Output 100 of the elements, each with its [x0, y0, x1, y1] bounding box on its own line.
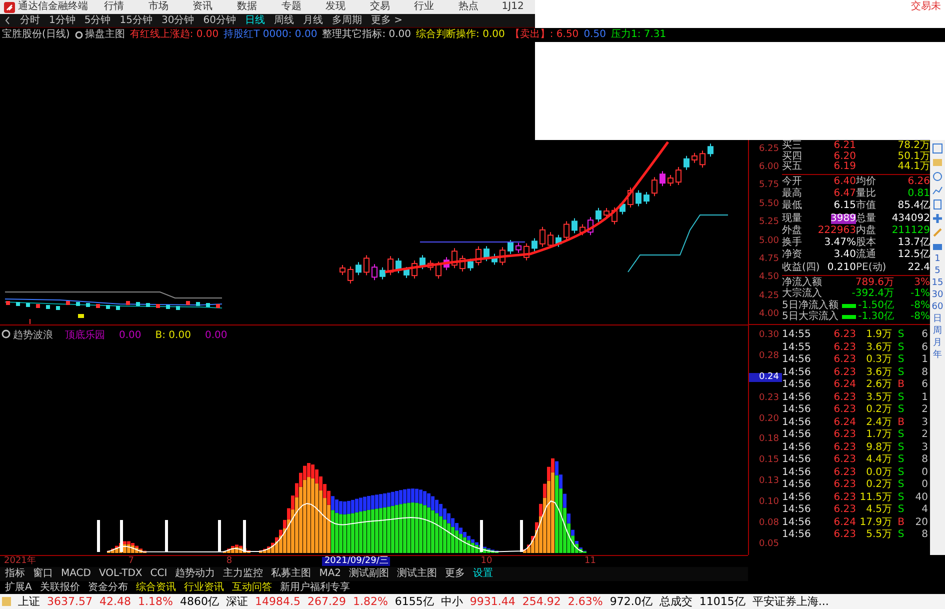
extension-tab[interactable]: 关联报价 — [36, 582, 83, 594]
period-tab[interactable]: 日线 — [244, 16, 265, 26]
indicator-tab[interactable]: VOL-TDX — [96, 568, 146, 580]
status-text: 上证 — [18, 596, 40, 607]
indicator-tab[interactable]: 更多 — [442, 568, 468, 580]
indicator-tab[interactable]: 趋势动力 — [172, 568, 218, 580]
indicator-tab[interactable]: 窗口 — [30, 568, 56, 580]
menu-item[interactable]: 市场 — [136, 2, 181, 12]
candlestick — [636, 190, 642, 207]
status-text: 总成交 — [659, 596, 692, 607]
trade-side: B — [898, 380, 904, 390]
extension-tab[interactable]: 综合资讯 — [132, 582, 179, 594]
menu-item[interactable]: 发现 — [313, 2, 358, 12]
candlestick — [692, 152, 698, 164]
pencil-icon[interactable] — [932, 227, 943, 238]
square-icon[interactable] — [932, 143, 943, 154]
indicator-tab[interactable]: CCI — [147, 568, 170, 580]
candlestick — [572, 218, 578, 234]
menu-item[interactable]: 行业 — [402, 2, 446, 12]
candlestick — [404, 266, 410, 278]
candlestick — [444, 256, 450, 271]
document-icon[interactable] — [932, 199, 943, 210]
trade-time: 14:56 — [782, 492, 812, 503]
period-shortcut[interactable]: 60 — [932, 303, 944, 312]
trade-time: 14:56 — [782, 355, 812, 366]
window-icon[interactable] — [932, 241, 943, 252]
period-tab[interactable]: 30分钟 — [161, 16, 194, 26]
menu-item[interactable]: 数据 — [224, 2, 270, 12]
indicator-tab[interactable]: 私募主图 — [268, 568, 314, 580]
candlestick — [540, 226, 546, 248]
stat-label: 现量 — [782, 214, 802, 224]
period-tab[interactable]: 多周期 — [332, 16, 362, 26]
indicator-tab[interactable]: 测试副图 — [346, 568, 392, 580]
indicator-tab[interactable]: MA2 — [316, 568, 344, 580]
extension-tab[interactable]: 扩展A — [2, 582, 35, 594]
candlestick — [700, 150, 706, 168]
status-text: 深证 — [226, 596, 248, 607]
period-tab[interactable]: 1分钟 — [49, 16, 76, 26]
candlestick — [356, 262, 362, 276]
quote-price: 6.20 — [834, 152, 856, 162]
period-shortcut[interactable]: 30 — [932, 291, 944, 300]
trade-link[interactable]: 交易未 — [907, 0, 945, 14]
circle-icon[interactable] — [2, 330, 10, 338]
cross-icon[interactable] — [932, 213, 943, 224]
candlestick — [612, 206, 618, 225]
period-shortcut[interactable]: 日 — [933, 315, 942, 324]
menu-item[interactable]: 资讯 — [180, 2, 225, 12]
indicator-tab[interactable]: 测试主图 — [394, 568, 440, 580]
stat-value: 3989 — [830, 214, 856, 224]
period-tab[interactable]: 月线 — [302, 16, 323, 26]
candlestick — [492, 253, 498, 266]
trade-side: S — [898, 342, 904, 353]
trade-time: 14:56 — [782, 418, 812, 428]
menu-item[interactable]: 行情 — [92, 2, 136, 12]
period-shortcut[interactable]: 年 — [933, 351, 942, 360]
trade-time: 14:56 — [782, 455, 812, 466]
trade-time: 14:56 — [782, 480, 812, 490]
line-chart-icon[interactable] — [932, 185, 943, 196]
stock-title: 宝胜股份(日线) — [2, 30, 70, 40]
trade-time: 14:56 — [782, 392, 812, 403]
circle-icon[interactable] — [74, 31, 83, 39]
period-shortcut[interactable]: 周 — [933, 327, 942, 336]
indicator-tab[interactable]: 设置 — [470, 568, 496, 580]
stat-value: 6.40 — [834, 176, 856, 187]
period-shortcut[interactable]: 月 — [933, 339, 942, 348]
period-shortcut[interactable]: 15 — [932, 279, 944, 288]
menu-item[interactable]: 专题 — [269, 2, 314, 12]
period-shortcut[interactable]: 5 — [934, 267, 940, 276]
indicator-tab[interactable]: 指标 — [2, 568, 28, 580]
menu-item[interactable]: 交易 — [358, 2, 402, 12]
period-tab[interactable]: 15分钟 — [120, 16, 152, 26]
trade-count: 6 — [922, 330, 928, 340]
extension-tab[interactable]: 行业资讯 — [180, 582, 227, 594]
period-tab[interactable]: 更多 > — [370, 16, 403, 26]
trade-side: S — [898, 355, 904, 366]
stat-value: 6.26 — [908, 176, 930, 187]
extension-tab[interactable]: 新用户福利专享 — [276, 582, 353, 594]
trade-volume: 3.6万 — [866, 342, 892, 353]
period-tab[interactable]: 周线 — [274, 16, 294, 26]
indicator-tab[interactable]: 主力监控 — [220, 568, 266, 580]
period-shortcut[interactable]: 1 — [934, 255, 940, 264]
trade-volume: 2.4万 — [866, 418, 892, 428]
back-icon[interactable] — [4, 16, 11, 25]
menu-item[interactable]: 热点 — [446, 2, 491, 12]
menu-item[interactable]: 1J12 — [490, 2, 535, 12]
status-text: 4860亿 — [180, 596, 219, 607]
date-label: 10 — [480, 557, 494, 566]
stat-label: PE(动) — [856, 262, 886, 273]
stat-value: 0.210 — [827, 262, 856, 273]
sub-chart-value: B: 0.00 — [155, 330, 191, 341]
period-tab[interactable]: 5分钟 — [84, 16, 111, 26]
period-tab[interactable]: 60分钟 — [203, 16, 236, 26]
axis-label: 0.05 — [758, 540, 780, 550]
indicator-tab[interactable]: MACD — [58, 568, 94, 580]
extension-tab[interactable]: 互动问答 — [228, 582, 275, 594]
trade-price: 6.23 — [834, 430, 856, 440]
period-tab[interactable]: 分时 — [20, 16, 40, 26]
trade-count: 3 — [922, 418, 928, 428]
signal-bar — [480, 520, 483, 552]
extension-tab[interactable]: 资金分布 — [84, 582, 131, 594]
